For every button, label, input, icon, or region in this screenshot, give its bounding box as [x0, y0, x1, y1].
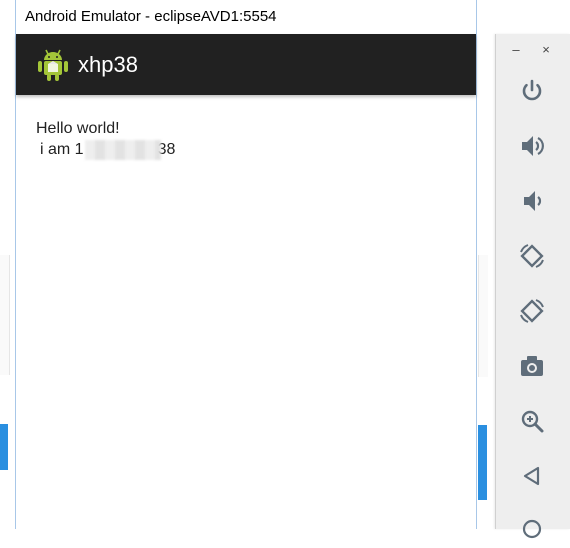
back-button[interactable]: [513, 457, 551, 495]
home-button[interactable]: [513, 510, 551, 548]
close-button[interactable]: ×: [536, 39, 556, 61]
home-icon: [522, 519, 542, 539]
rotate-left-button[interactable]: [513, 237, 551, 275]
volume-up-icon: [522, 136, 544, 156]
zoom-icon: [521, 410, 544, 433]
app-content: Hello world! i am 1 38: [36, 118, 175, 160]
i-am-prefix: i am 1: [40, 141, 84, 158]
volume-down-button[interactable]: [513, 182, 551, 220]
power-button[interactable]: [513, 72, 551, 110]
android-app-icon: [38, 49, 68, 81]
rotate-right-button[interactable]: [513, 292, 551, 330]
background-blue-fragment-right: [478, 425, 487, 500]
background-blue-fragment: [0, 424, 8, 470]
screenshot-button[interactable]: [513, 347, 551, 385]
zoom-button[interactable]: [513, 402, 551, 440]
redacted-blur: [85, 140, 161, 160]
back-icon: [523, 466, 540, 486]
background-window-fragment-right: [478, 255, 488, 377]
camera-icon: [521, 356, 543, 376]
emulator-control-panel: – ×: [495, 34, 570, 539]
i-am-text: i am 1 38: [36, 139, 175, 160]
app-action-bar: xhp38: [16, 34, 476, 95]
panel-window-controls: – ×: [496, 39, 570, 61]
window-title: Android Emulator - eclipseAVD1:5554: [25, 8, 277, 25]
volume-up-button[interactable]: [513, 127, 551, 165]
minimize-button[interactable]: –: [506, 39, 526, 61]
rotate-right-icon: [520, 299, 544, 323]
app-title: xhp38: [78, 52, 138, 77]
window-titlebar[interactable]: Android Emulator - eclipseAVD1:5554: [15, 0, 477, 33]
volume-down-icon: [524, 191, 542, 211]
power-icon: [522, 79, 542, 101]
rotate-left-icon: [520, 244, 544, 268]
hello-world-text: Hello world!: [36, 120, 120, 137]
background-window-fragment: [0, 255, 10, 375]
